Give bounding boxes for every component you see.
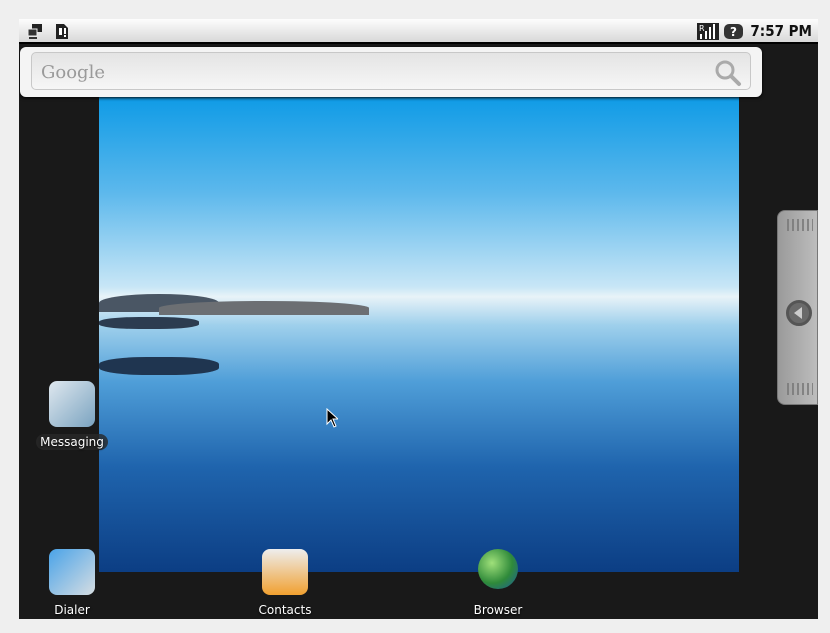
phone-icon (49, 549, 95, 595)
google-logo: Google (41, 62, 105, 83)
app-dialer[interactable]: Dialer (27, 549, 117, 618)
sim-card-alert-icon (56, 24, 68, 39)
arrow-left-icon (786, 300, 812, 326)
mouse-cursor-icon (326, 408, 338, 428)
network-icon (27, 24, 42, 39)
app-label: Browser (473, 603, 523, 617)
wallpaper (99, 97, 739, 572)
unknown-icon: ? (724, 24, 743, 39)
app-label: Dialer (54, 603, 90, 617)
globe-icon (478, 549, 518, 589)
status-bar: R ? 7:57 PM (19, 19, 818, 44)
signal-roaming-icon: R (697, 23, 719, 40)
clock: 7:57 PM (750, 22, 812, 40)
app-contacts[interactable]: Contacts (240, 549, 330, 618)
search-input[interactable]: Google (31, 52, 751, 90)
app-browser[interactable]: Browser (453, 549, 543, 618)
app-drawer-handle[interactable] (777, 210, 818, 405)
grip-icon (787, 383, 813, 395)
wallpaper-rock (99, 317, 199, 329)
app-label: Messaging (36, 434, 108, 450)
grip-icon (787, 219, 813, 231)
messaging-icon (49, 381, 95, 427)
svg-text:?: ? (730, 25, 737, 39)
search-widget[interactable]: Google (20, 47, 762, 97)
app-label: Contacts (258, 603, 312, 617)
wallpaper-hill (159, 301, 369, 315)
android-home-screen: R ? 7:57 PM Google Messaging Dialer Cont… (19, 19, 818, 619)
contacts-icon (262, 549, 308, 595)
wallpaper-rock (99, 357, 219, 375)
search-icon[interactable] (714, 59, 742, 87)
app-messaging[interactable]: Messaging (27, 381, 117, 450)
svg-text:R: R (699, 24, 705, 33)
